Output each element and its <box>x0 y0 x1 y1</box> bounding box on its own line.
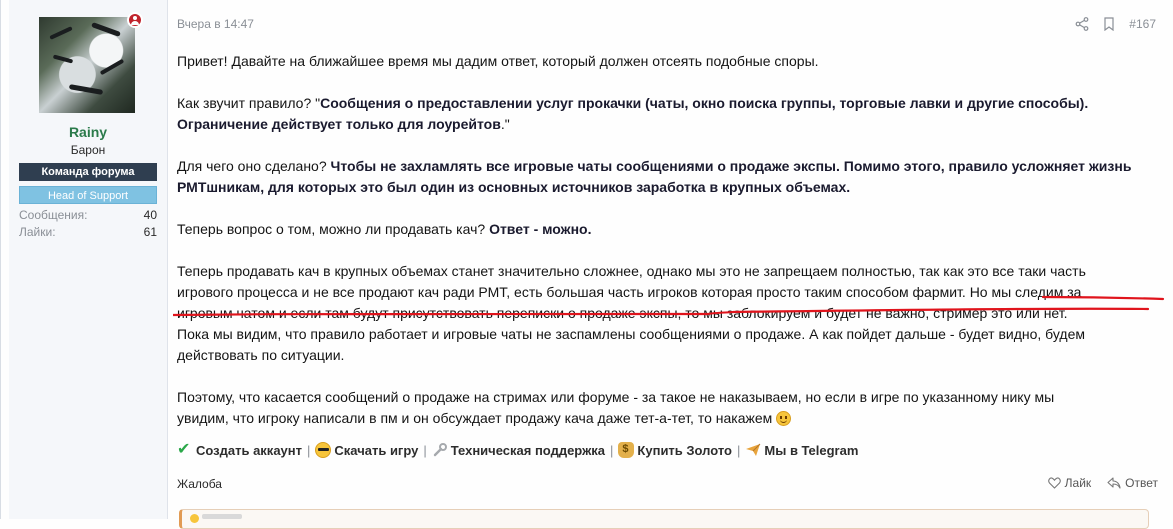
money-bag-icon <box>618 442 635 458</box>
user-panel: Rainy Барон Команда форума Head of Suppo… <box>9 0 168 519</box>
messages-stat: Сообщения: 40 <box>19 208 157 222</box>
reply-button[interactable]: Ответ <box>1107 476 1158 490</box>
download-game-link[interactable]: Скачать игру <box>334 443 418 458</box>
forum-post: Rainy Барон Команда форума Head of Suppo… <box>0 0 1173 529</box>
banner-forum-team: Команда форума <box>19 163 157 181</box>
paragraph-5: Теперь продавать кач в крупных объемах с… <box>173 261 1165 366</box>
post-main: Вчера в 14:47 #167 Привет! Давайте на бл… <box>173 0 1165 529</box>
likes-value: 61 <box>143 225 157 239</box>
post-body: Привет! Давайте на ближайшее время мы да… <box>173 51 1165 450</box>
like-button[interactable]: Лайк <box>1047 476 1091 490</box>
post-actions: Лайк Ответ <box>1047 476 1158 490</box>
create-account-link[interactable]: Создать аккаунт <box>196 443 302 458</box>
banner-head-of-support: Head of Support <box>19 186 157 204</box>
paragraph-4: Теперь вопрос о том, можно ли продавать … <box>177 221 592 237</box>
checkmark-icon: ✔ <box>177 441 191 458</box>
paragraph-1: Привет! Давайте на ближайшее время мы да… <box>177 53 819 69</box>
reply-icon <box>1107 477 1121 489</box>
avatar[interactable] <box>39 17 135 113</box>
online-status-icon <box>127 12 143 28</box>
tech-support-link[interactable]: Техническая поддержка <box>451 443 605 458</box>
buy-gold-link[interactable]: Купить Золото <box>637 443 732 458</box>
messages-value: 40 <box>143 208 157 222</box>
user-title: Барон <box>70 143 106 157</box>
airplane-icon <box>745 442 761 458</box>
next-post-quote-preview <box>179 509 1149 529</box>
wrench-icon <box>432 442 448 458</box>
likes-label: Лайки: <box>19 225 56 239</box>
username[interactable]: Rainy <box>9 124 167 140</box>
post-number[interactable]: #167 <box>1129 17 1156 31</box>
signature-links: ✔ Создать аккаунт | Скачать игру | Техни… <box>177 442 858 458</box>
messages-label: Сообщения: <box>19 208 88 222</box>
paragraph-6: Поэтому, что касается сообщений о продаж… <box>177 389 1055 426</box>
telegram-link[interactable]: Мы в Telegram <box>764 443 858 458</box>
share-icon[interactable] <box>1075 17 1089 31</box>
heart-icon <box>1047 477 1061 489</box>
paragraph-3: Для чего оно сделано? Чтобы не захламлят… <box>177 158 1132 195</box>
bookmark-icon[interactable] <box>1103 17 1115 31</box>
likes-stat: Лайки: 61 <box>19 225 157 239</box>
post-date[interactable]: Вчера в 14:47 <box>177 17 254 31</box>
report-link[interactable]: Жалоба <box>177 477 222 491</box>
smile-emoji-icon <box>776 411 792 426</box>
paragraph-2: Как звучит правило? "Сообщения о предост… <box>177 95 1089 132</box>
post-meta-actions: #167 <box>1075 15 1156 33</box>
sunglasses-emoji-icon <box>315 442 332 458</box>
